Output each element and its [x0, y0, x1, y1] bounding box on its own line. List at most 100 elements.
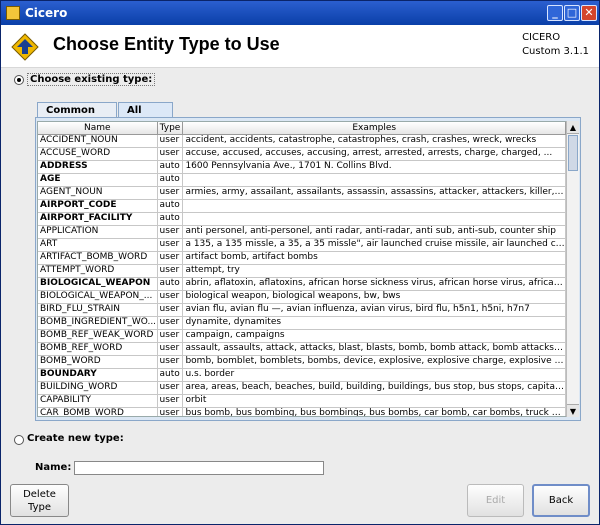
cell-examples: a 135, a 135 missle, a 35, a 35 missle",…: [185, 239, 566, 251]
table-row[interactable]: BIOLOGICAL_WEAPON_... user biological weap…: [38, 291, 566, 304]
cell-examples: accident, accidents, catastrophe, catast…: [183, 135, 566, 147]
cell-examples: biological weapon, biological weapons, b…: [183, 291, 566, 303]
delete-type-button[interactable]: Delete Type: [10, 484, 69, 517]
scroll-up-icon[interactable]: ▲: [567, 121, 579, 134]
cell-examples: assault, assaults, attack, attacks, blas…: [185, 343, 566, 355]
table-row[interactable]: BOMB_INGREDIENT_WO... user dynamite, dynam…: [38, 317, 566, 330]
cell-examples: area, areas, beach, beaches, build, buil…: [185, 382, 566, 394]
cell-name: BOMB_REF_WORD: [38, 343, 158, 355]
scroll-thumb[interactable]: [568, 135, 578, 171]
entity-types-table[interactable]: Name Type Examples ACCIDENT_NOUN user acci…: [37, 121, 567, 417]
cell-examples: anti personel, anti-personel, anti radar…: [183, 226, 566, 238]
cell-name: CAR_BOMB_WORD: [38, 408, 158, 416]
table-row[interactable]: BOUNDARY auto u.s. border: [38, 369, 566, 382]
cell-name: ATTEMPT_WORD: [38, 265, 158, 277]
cell-type: user: [158, 135, 184, 147]
cell-type: user: [158, 226, 184, 238]
cell-type: auto: [158, 174, 184, 186]
delete-type-label: Delete Type: [23, 489, 56, 513]
cell-type: user: [158, 317, 184, 329]
choose-existing-radio[interactable]: [14, 75, 24, 85]
cell-name: BIOLOGICAL_WEAPON_...: [38, 291, 158, 303]
table-row[interactable]: CAR_BOMB_WORD user bus bomb, bus bombing, …: [38, 408, 566, 416]
column-header-name[interactable]: Name: [38, 122, 158, 134]
cell-type: user: [158, 330, 184, 342]
table-scrollbar[interactable]: ▲ ▼: [566, 121, 579, 417]
back-button[interactable]: Back: [532, 484, 590, 517]
cell-examples: [183, 200, 566, 212]
table-row[interactable]: ACCUSE_WORD user accuse, accused, accuses,…: [38, 148, 566, 161]
cell-name: AIRPORT_CODE: [38, 200, 158, 212]
edit-button[interactable]: Edit: [467, 484, 524, 517]
table-row[interactable]: AIRPORT_FACILITY auto: [38, 213, 566, 226]
cicero-logo-icon: [11, 33, 39, 61]
cell-name: AGENT_NOUN: [38, 187, 158, 199]
cell-name: ART: [38, 239, 158, 251]
cell-type: user: [158, 187, 184, 199]
scroll-down-icon[interactable]: ▼: [567, 404, 579, 417]
table-row[interactable]: AGENT_NOUN user armies, army, assailant, a…: [38, 187, 566, 200]
cell-examples: u.s. border: [183, 369, 566, 381]
cell-type: user: [158, 304, 184, 316]
table-row[interactable]: ART user a 135, a 135 missle, a 35, a 35 m…: [38, 239, 566, 252]
cell-examples: bomb, bomblet, bomblets, bombs, device, …: [185, 356, 566, 368]
cell-type: auto: [158, 200, 184, 212]
cell-examples: armies, army, assailant, assailants, ass…: [185, 187, 566, 199]
table-row[interactable]: BOMB_REF_WORD user assault, assaults, atta…: [38, 343, 566, 356]
table-row[interactable]: ATTEMPT_WORD user attempt, try: [38, 265, 566, 278]
cell-examples: campaign, campaigns: [183, 330, 566, 342]
cell-examples: abrin, aflatoxin, aflatoxins, african ho…: [185, 278, 566, 290]
cell-examples: avian flu, avian flu —, avian influenza,…: [183, 304, 566, 316]
dialog-header: Choose Entity Type to Use CICERO Custom …: [1, 25, 599, 68]
cell-type: user: [158, 408, 184, 416]
table-body: ACCIDENT_NOUN user accident, accidents, ca…: [38, 135, 566, 416]
cell-type: user: [158, 148, 184, 160]
table-row[interactable]: BIRD_FLU_STRAIN user avian flu, avian flu …: [38, 304, 566, 317]
table-row[interactable]: ACCIDENT_NOUN user accident, accidents, ca…: [38, 135, 566, 148]
table-row[interactable]: BOMB_REF_WEAK_WORD user campaign, campaign…: [38, 330, 566, 343]
table-row[interactable]: CAPABILITY user orbit: [38, 395, 566, 408]
cell-type: auto: [158, 161, 184, 173]
page-title: Choose Entity Type to Use: [53, 34, 280, 54]
tab-common-types[interactable]: Common Types: [37, 102, 117, 131]
name-label: Name:: [35, 462, 72, 473]
cell-examples: orbit: [183, 395, 566, 407]
table-row[interactable]: AIRPORT_CODE auto: [38, 200, 566, 213]
create-new-radio[interactable]: [14, 435, 24, 445]
cell-name: AIRPORT_FACILITY: [38, 213, 158, 225]
maximize-button[interactable]: □: [564, 5, 580, 21]
cell-name: ACCIDENT_NOUN: [38, 135, 158, 147]
table-row[interactable]: ADDRESS auto 1600 Pennsylvania Ave., 1701 …: [38, 161, 566, 174]
table-row[interactable]: AGE auto: [38, 174, 566, 187]
column-header-examples[interactable]: Examples: [183, 122, 566, 134]
cell-name: AGE: [38, 174, 158, 186]
minimize-button[interactable]: _: [547, 5, 563, 21]
table-row[interactable]: BOMB_WORD user bomb, bomblet, bomblets, bo…: [38, 356, 566, 369]
table-header: Name Type Examples: [38, 122, 566, 135]
all-types-panel: Name Type Examples ACCIDENT_NOUN user acci…: [35, 117, 581, 421]
close-button[interactable]: ✕: [581, 5, 597, 21]
cell-examples: [183, 174, 566, 186]
column-header-type[interactable]: Type: [158, 122, 184, 134]
table-row[interactable]: BUILDING_WORD user area, areas, beach, bea…: [38, 382, 566, 395]
cell-type: auto: [158, 278, 184, 290]
cell-examples: accuse, accused, accuses, accusing, arre…: [183, 148, 566, 160]
cell-type: user: [158, 291, 184, 303]
cell-examples: attempt, try: [183, 265, 566, 277]
cell-examples: [183, 213, 566, 225]
cell-name: BUILDING_WORD: [38, 382, 158, 394]
name-input[interactable]: [74, 461, 324, 475]
cell-type: auto: [158, 369, 184, 381]
choose-existing-label[interactable]: Choose existing type:: [27, 73, 156, 86]
window-title: Cicero: [25, 6, 68, 20]
tab-all-types[interactable]: All Types: [118, 102, 173, 131]
cell-examples: 1600 Pennsylvania Ave., 1701 N. Collins …: [183, 161, 566, 173]
cell-name: ADDRESS: [38, 161, 158, 173]
cell-type: user: [158, 356, 184, 368]
cell-type: user: [158, 395, 184, 407]
table-row[interactable]: BIOLOGICAL_WEAPON auto abrin, aflatoxin, a…: [38, 278, 566, 291]
table-row[interactable]: APPLICATION user anti personel, anti-perso…: [38, 226, 566, 239]
create-new-label: Create new type:: [27, 433, 124, 444]
table-row[interactable]: ARTIFACT_BOMB_WORD user artifact bomb, art…: [38, 252, 566, 265]
title-bar[interactable]: Cicero _ □ ✕: [1, 1, 599, 25]
